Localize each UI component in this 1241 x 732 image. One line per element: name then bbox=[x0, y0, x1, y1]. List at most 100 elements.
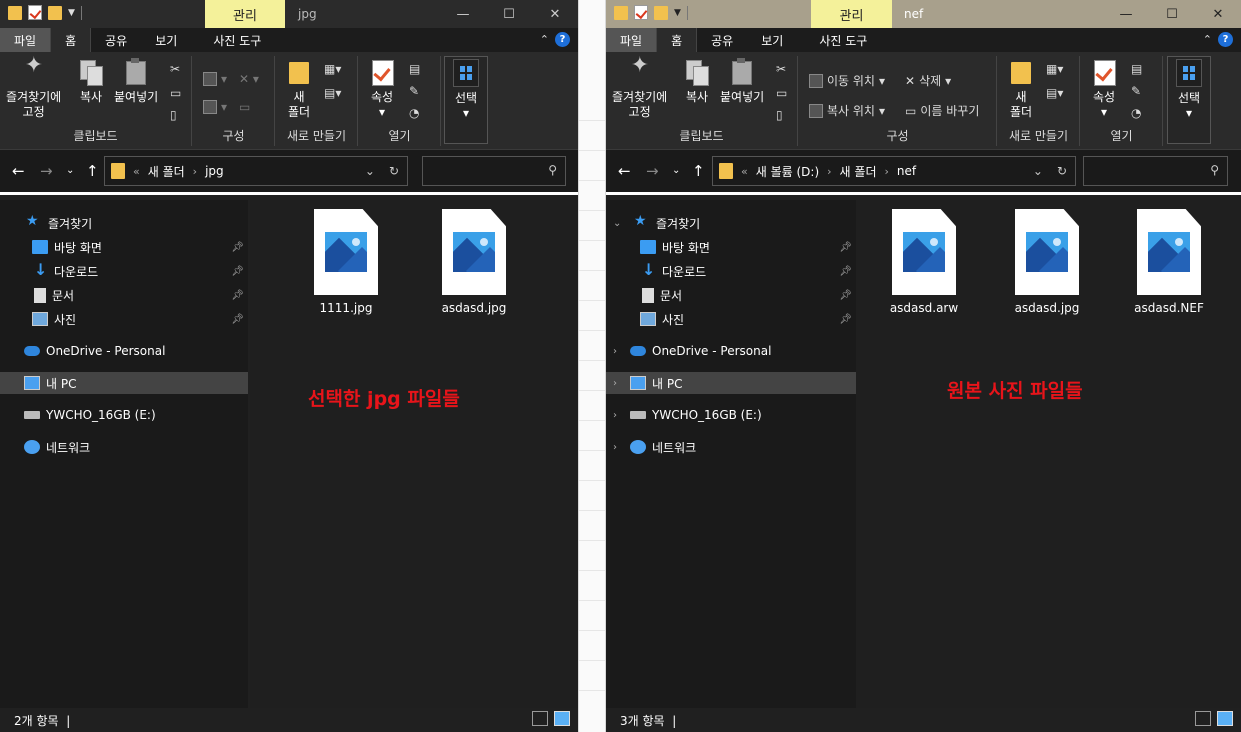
nav-onedrive[interactable]: › OneDrive - Personal bbox=[606, 340, 856, 362]
customize-dropdown-icon[interactable]: ▼ bbox=[674, 8, 681, 18]
properties-button[interactable]: 속성 ▾ bbox=[369, 58, 395, 120]
breadcrumb-overflow[interactable]: « bbox=[133, 165, 140, 178]
pin-icon[interactable]: 📌︎ bbox=[839, 290, 852, 301]
nav-desktop[interactable]: 바탕 화면 📌︎ bbox=[0, 236, 248, 258]
paste-button[interactable]: 붙여넣기 bbox=[114, 58, 158, 105]
folder-icon[interactable] bbox=[614, 5, 628, 20]
tab-file[interactable]: 파일 bbox=[0, 28, 51, 52]
delete-button[interactable]: ✕ 삭제 ▾ bbox=[905, 72, 951, 89]
copy-to-icon[interactable]: ▾ bbox=[203, 100, 227, 114]
back-button[interactable]: ← bbox=[12, 162, 25, 180]
tab-home[interactable]: 홈 bbox=[656, 28, 698, 52]
forward-button[interactable]: → bbox=[646, 162, 659, 180]
cut-icon[interactable]: ✂ bbox=[776, 62, 786, 76]
rename-icon[interactable]: ▭ bbox=[239, 100, 250, 114]
pin-icon[interactable]: 📌︎ bbox=[839, 266, 852, 277]
copy-to-button[interactable]: 복사 위치 ▾ bbox=[809, 102, 885, 119]
tab-picture-tools[interactable]: 사진 도구 bbox=[199, 28, 275, 52]
select-button[interactable]: 선택 ▾ bbox=[1167, 56, 1211, 144]
chevron-right-icon[interactable]: › bbox=[613, 346, 617, 357]
minimize-button[interactable]: — bbox=[440, 0, 486, 28]
history-icon[interactable]: ◔ bbox=[1131, 106, 1141, 120]
recent-locations-icon[interactable]: ⌄ bbox=[672, 165, 680, 176]
file-item[interactable]: asdasd.jpg bbox=[419, 209, 529, 315]
easy-access-icon[interactable]: ▤▾ bbox=[324, 86, 341, 100]
minimize-button[interactable]: — bbox=[1103, 0, 1149, 28]
copy-button[interactable]: 복사 bbox=[78, 58, 104, 105]
up-button[interactable]: ↑ bbox=[692, 162, 705, 180]
tab-view[interactable]: 보기 bbox=[141, 28, 191, 52]
address-dropdown-icon[interactable]: ⌄ bbox=[365, 164, 375, 178]
chevron-down-icon[interactable]: ⌄ bbox=[613, 218, 621, 229]
close-button[interactable]: ✕ bbox=[1195, 0, 1241, 28]
breadcrumb-item[interactable]: 새 폴더 bbox=[840, 163, 877, 180]
forward-button[interactable]: → bbox=[40, 162, 53, 180]
move-to-button[interactable]: 이동 위치 ▾ bbox=[809, 72, 885, 89]
tab-home[interactable]: 홈 bbox=[50, 28, 92, 52]
copy-button[interactable]: 복사 bbox=[684, 58, 710, 105]
tab-share[interactable]: 공유 bbox=[697, 28, 747, 52]
tab-manage[interactable]: 관리 bbox=[811, 0, 892, 28]
nav-this-pc[interactable]: 내 PC bbox=[0, 372, 248, 394]
new-item-icon[interactable]: ▦▾ bbox=[324, 62, 341, 76]
search-input[interactable]: ⚲ bbox=[422, 156, 566, 186]
file-item[interactable]: asdasd.NEF bbox=[1114, 209, 1224, 315]
file-item[interactable]: asdasd.arw bbox=[869, 209, 979, 315]
nav-downloads[interactable]: 다운로드 📌︎ bbox=[606, 260, 856, 282]
pin-icon[interactable]: 📌︎ bbox=[231, 242, 244, 253]
file-item[interactable]: 1111.jpg bbox=[291, 209, 401, 315]
pin-icon[interactable]: 📌︎ bbox=[839, 242, 852, 253]
help-icon[interactable]: ? bbox=[555, 32, 570, 47]
pin-icon[interactable]: 📌︎ bbox=[231, 290, 244, 301]
refresh-icon[interactable]: ↻ bbox=[389, 164, 399, 178]
details-view-icon[interactable] bbox=[532, 711, 548, 726]
easy-access-icon[interactable]: ▤▾ bbox=[1046, 86, 1063, 100]
pin-to-quick-access-button[interactable]: 즐겨찾기에 고정 bbox=[612, 58, 667, 120]
address-dropdown-icon[interactable]: ⌄ bbox=[1033, 164, 1043, 178]
pin-icon[interactable]: 📌︎ bbox=[231, 266, 244, 277]
nav-downloads[interactable]: 다운로드 📌︎ bbox=[0, 260, 248, 282]
tab-share[interactable]: 공유 bbox=[91, 28, 141, 52]
back-button[interactable]: ← bbox=[618, 162, 631, 180]
pin-to-quick-access-button[interactable]: 즐겨찾기에 고정 bbox=[6, 58, 61, 120]
nav-this-pc[interactable]: › 내 PC bbox=[606, 372, 856, 394]
nav-quick-access[interactable]: ⌄ 즐겨찾기 bbox=[606, 212, 856, 234]
new-folder-button[interactable]: 새 폴더 bbox=[286, 58, 312, 120]
nav-network[interactable]: › 네트워크 bbox=[606, 436, 856, 458]
properties-icon[interactable] bbox=[634, 5, 648, 20]
tab-view[interactable]: 보기 bbox=[747, 28, 797, 52]
address-bar[interactable]: « 새 폴더 › jpg ⌄ ↻ bbox=[104, 156, 408, 186]
nav-usb-drive[interactable]: › YWCHO_16GB (E:) bbox=[606, 404, 856, 426]
copy-path-icon[interactable]: ▭ bbox=[170, 86, 181, 100]
delete-icon[interactable]: ✕ ▾ bbox=[239, 72, 259, 86]
large-icons-view-icon[interactable] bbox=[1217, 711, 1233, 726]
nav-onedrive[interactable]: OneDrive - Personal bbox=[0, 340, 248, 362]
help-icon[interactable]: ? bbox=[1218, 32, 1233, 47]
rename-button[interactable]: ▭ 이름 바꾸기 bbox=[905, 102, 979, 119]
breadcrumb-item[interactable]: 새 볼륨 (D:) bbox=[756, 163, 819, 180]
nav-pictures[interactable]: 사진 📌︎ bbox=[606, 308, 856, 330]
paste-button[interactable]: 붙여넣기 bbox=[720, 58, 764, 105]
nav-network[interactable]: 네트워크 bbox=[0, 436, 248, 458]
cut-icon[interactable]: ✂ bbox=[170, 62, 180, 76]
tab-manage[interactable]: 관리 bbox=[205, 0, 285, 28]
breadcrumb-overflow[interactable]: « bbox=[741, 165, 748, 178]
breadcrumb-item[interactable]: nef bbox=[897, 164, 916, 178]
chevron-right-icon[interactable]: › bbox=[613, 410, 617, 421]
nav-quick-access[interactable]: 즐겨찾기 bbox=[0, 212, 248, 234]
select-button[interactable]: 선택 ▾ bbox=[444, 56, 488, 144]
breadcrumb-item[interactable]: jpg bbox=[205, 164, 224, 178]
address-bar[interactable]: « 새 볼륨 (D:) › 새 폴더 › nef ⌄ ↻ bbox=[712, 156, 1076, 186]
breadcrumb-item[interactable]: 새 폴더 bbox=[148, 163, 185, 180]
maximize-button[interactable]: ☐ bbox=[1149, 0, 1195, 28]
up-button[interactable]: ↑ bbox=[86, 162, 99, 180]
open-icon[interactable]: ▤ bbox=[1131, 62, 1142, 76]
edit-icon[interactable]: ✎ bbox=[409, 84, 419, 98]
nav-documents[interactable]: 문서 📌︎ bbox=[606, 284, 856, 306]
tab-file[interactable]: 파일 bbox=[606, 28, 657, 52]
maximize-button[interactable]: ☐ bbox=[486, 0, 532, 28]
customize-dropdown-icon[interactable]: ▼ bbox=[68, 8, 75, 18]
collapse-ribbon-icon[interactable]: ⌃ bbox=[540, 33, 549, 46]
close-button[interactable]: ✕ bbox=[532, 0, 578, 28]
paste-shortcut-icon[interactable]: ▯ bbox=[776, 108, 783, 122]
